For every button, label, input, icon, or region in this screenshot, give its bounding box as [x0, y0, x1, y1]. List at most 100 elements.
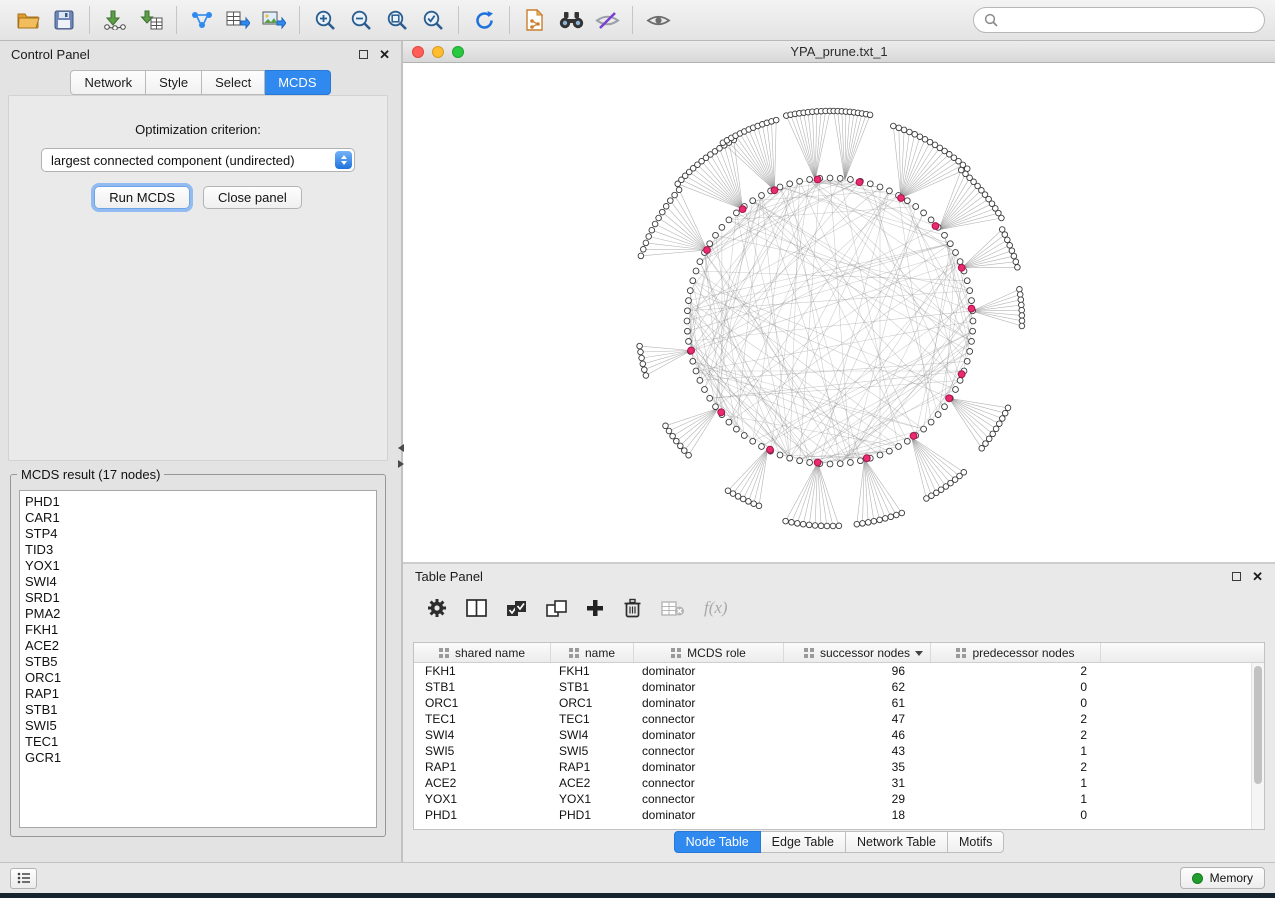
open-file-button[interactable]: [10, 4, 46, 36]
table-row[interactable]: TEC1TEC1connector472: [414, 711, 1251, 727]
column-label: MCDS role: [687, 646, 746, 660]
network-canvas[interactable]: [403, 63, 1275, 562]
table-cell: FKH1: [414, 663, 551, 679]
select-all-button[interactable]: [506, 600, 527, 617]
close-panel-icon[interactable]: ✕: [379, 48, 390, 61]
run-mcds-button[interactable]: Run MCDS: [94, 186, 190, 209]
table-cell: TEC1: [551, 711, 634, 727]
import-table-icon: [139, 10, 163, 30]
mcds-result-item[interactable]: GCR1: [25, 750, 371, 766]
table-cell: 18: [784, 807, 931, 823]
network-graph[interactable]: [403, 63, 1275, 562]
zoom-in-button[interactable]: [307, 4, 343, 36]
close-panel-button[interactable]: Close panel: [203, 186, 302, 209]
mcds-result-item[interactable]: RAP1: [25, 686, 371, 702]
mcds-result-item[interactable]: PHD1: [25, 494, 371, 510]
table-row[interactable]: RAP1RAP1dominator352: [414, 759, 1251, 775]
toolbar-separator: [89, 6, 90, 34]
toolbar-separator: [299, 6, 300, 34]
column-grid-icon: [569, 648, 579, 658]
toolbar-separator: [632, 6, 633, 34]
tab-network[interactable]: Network: [70, 70, 146, 95]
memory-button[interactable]: Memory: [1180, 867, 1265, 889]
table-row[interactable]: FKH1FKH1dominator962: [414, 663, 1251, 679]
mcds-result-item[interactable]: ORC1: [25, 670, 371, 686]
import-table-file-button[interactable]: [133, 4, 169, 36]
mcds-result-item[interactable]: ACE2: [25, 638, 371, 654]
show-graphics-details-button[interactable]: [640, 4, 676, 36]
export-image-button[interactable]: [256, 4, 292, 36]
hide-graphics-details-button[interactable]: [589, 4, 625, 36]
mcds-result-item[interactable]: SRD1: [25, 590, 371, 606]
show-columns-button[interactable]: [466, 599, 487, 617]
export-network-button[interactable]: [184, 4, 220, 36]
import-network-file-button[interactable]: [97, 4, 133, 36]
mcds-result-item[interactable]: PMA2: [25, 606, 371, 622]
tab-network-table[interactable]: Network Table: [846, 831, 948, 853]
add-column-button[interactable]: [586, 599, 604, 617]
table-cell: 2: [931, 759, 1101, 775]
mcds-result-item[interactable]: STB5: [25, 654, 371, 670]
tab-motifs[interactable]: Motifs: [948, 831, 1004, 853]
refresh-layout-button[interactable]: [466, 4, 502, 36]
column-header-name[interactable]: name: [551, 643, 634, 662]
column-header-predecessor-nodes[interactable]: predecessor nodes: [931, 643, 1101, 662]
mcds-result-item[interactable]: CAR1: [25, 510, 371, 526]
column-header-successor-nodes[interactable]: successor nodes: [784, 643, 931, 662]
export-table-button[interactable]: [220, 4, 256, 36]
table-cell: 0: [931, 807, 1101, 823]
tab-mcds[interactable]: MCDS: [265, 70, 330, 95]
zoom-fit-button[interactable]: [379, 4, 415, 36]
tab-edge-table[interactable]: Edge Table: [761, 831, 846, 853]
table-cell: STB1: [414, 679, 551, 695]
table-row[interactable]: ORC1ORC1dominator610: [414, 695, 1251, 711]
table-row[interactable]: STB1STB1dominator620: [414, 679, 1251, 695]
close-panel-icon[interactable]: ✕: [1252, 570, 1263, 583]
float-panel-icon[interactable]: [359, 50, 368, 59]
status-menu-button[interactable]: [10, 868, 37, 889]
table-row[interactable]: SWI4SWI4dominator462: [414, 727, 1251, 743]
window-maximize-icon[interactable]: [452, 46, 464, 58]
window-close-icon[interactable]: [412, 46, 424, 58]
zoom-out-button[interactable]: [343, 4, 379, 36]
scrollbar-thumb[interactable]: [1254, 666, 1262, 784]
mcds-result-item[interactable]: TEC1: [25, 734, 371, 750]
node-table-body: FKH1FKH1dominator962STB1STB1dominator620…: [414, 663, 1251, 829]
table-row[interactable]: SWI5SWI5connector431: [414, 743, 1251, 759]
optimization-criterion-label: Optimization criterion:: [9, 122, 387, 137]
window-minimize-icon[interactable]: [432, 46, 444, 58]
mcds-result-item[interactable]: STP4: [25, 526, 371, 542]
find-button[interactable]: [553, 4, 589, 36]
zoom-selected-button[interactable]: [415, 4, 451, 36]
mcds-result-item[interactable]: FKH1: [25, 622, 371, 638]
mcds-result-item[interactable]: SWI5: [25, 718, 371, 734]
zoom-out-icon: [350, 9, 373, 32]
clone-network-button[interactable]: [517, 4, 553, 36]
table-cell: YOX1: [414, 791, 551, 807]
desktop-background: [0, 893, 1275, 898]
float-panel-icon[interactable]: [1232, 572, 1241, 581]
table-row[interactable]: YOX1YOX1connector291: [414, 791, 1251, 807]
table-cell: 1: [931, 791, 1101, 807]
column-header-shared-name[interactable]: shared name: [414, 643, 551, 662]
mcds-result-fieldset: MCDS result (17 nodes) PHD1CAR1STP4TID3Y…: [10, 467, 386, 837]
delete-column-button[interactable]: [623, 598, 642, 618]
table-row[interactable]: ACE2ACE2connector311: [414, 775, 1251, 791]
table-scrollbar[interactable]: [1251, 663, 1264, 829]
tab-node-table[interactable]: Node Table: [674, 831, 761, 853]
mcds-result-item[interactable]: STB1: [25, 702, 371, 718]
mcds-result-item[interactable]: TID3: [25, 542, 371, 558]
deselect-all-button[interactable]: [546, 600, 567, 617]
search-input[interactable]: [1004, 13, 1254, 28]
column-header-mcds-role[interactable]: MCDS role: [634, 643, 784, 662]
splitter-collapse-handle[interactable]: [396, 444, 406, 468]
save-session-button[interactable]: [46, 4, 82, 36]
table-settings-button[interactable]: [427, 598, 447, 618]
mcds-result-item[interactable]: YOX1: [25, 558, 371, 574]
mcds-result-item[interactable]: SWI4: [25, 574, 371, 590]
tab-style[interactable]: Style: [146, 70, 202, 95]
column-grid-icon: [804, 648, 814, 658]
optimization-criterion-select[interactable]: largest connected component (undirected): [41, 148, 355, 172]
tab-select[interactable]: Select: [202, 70, 265, 95]
table-row[interactable]: PHD1PHD1dominator180: [414, 807, 1251, 823]
